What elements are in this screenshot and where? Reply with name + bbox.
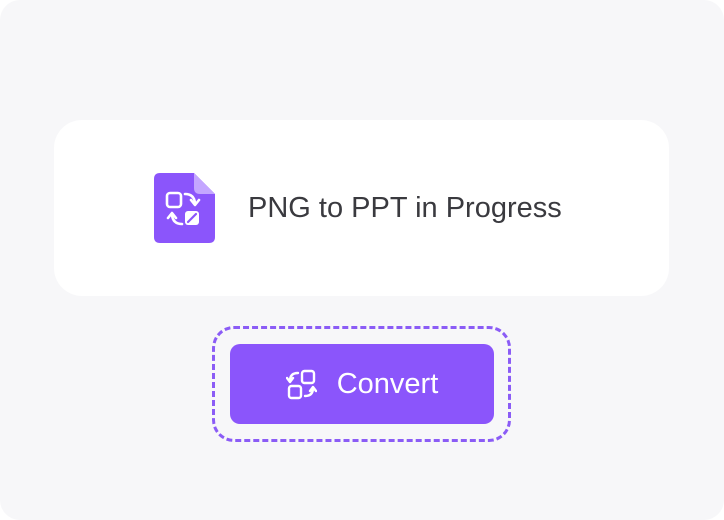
conversion-status-text: PNG to PPT in Progress: [248, 192, 562, 224]
convert-arrows-icon: [285, 369, 317, 399]
convert-button[interactable]: Convert: [230, 344, 494, 424]
png-to-ppt-file-icon: [154, 173, 215, 243]
converter-panel: PNG to PPT in Progress Convert: [0, 0, 724, 520]
convert-button-label: Convert: [336, 368, 439, 400]
